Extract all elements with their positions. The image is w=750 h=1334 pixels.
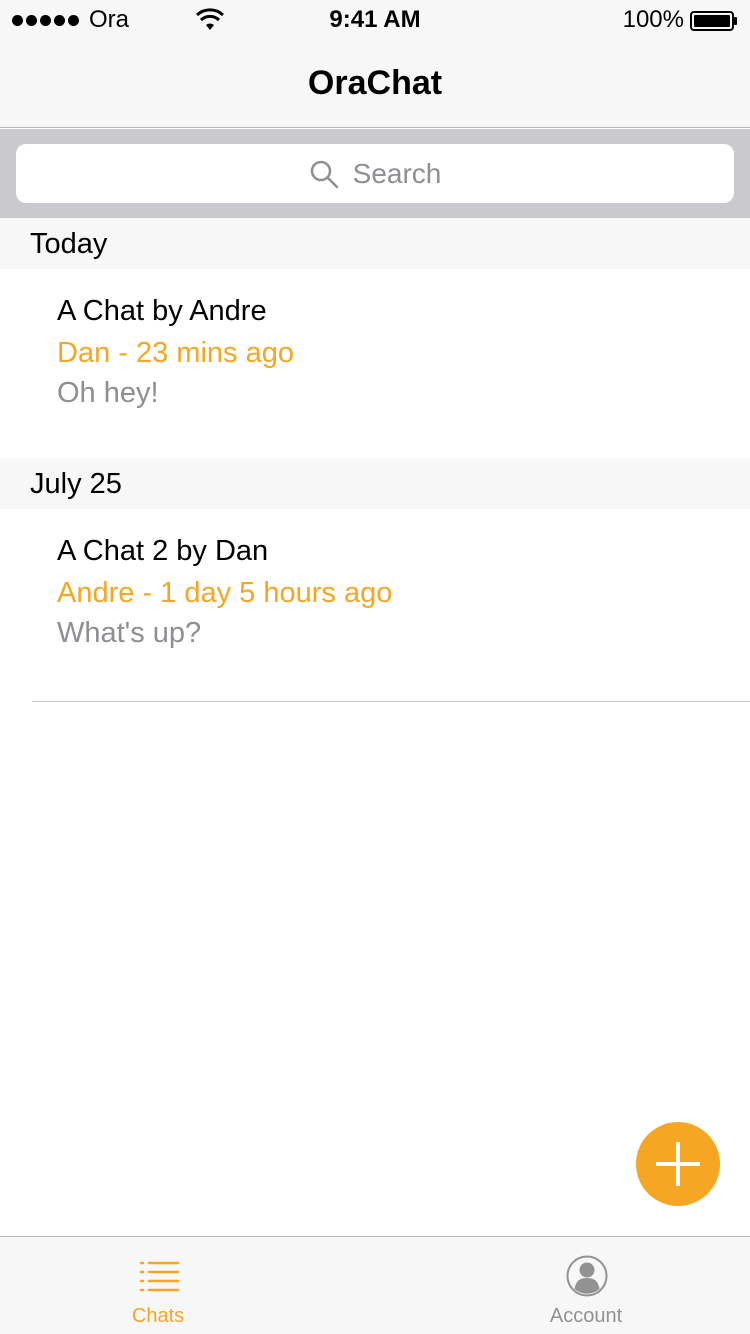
tab-account[interactable]: Account xyxy=(496,1237,676,1334)
tab-label: Account xyxy=(549,1305,623,1327)
tab-chats[interactable]: Chats xyxy=(68,1237,248,1334)
battery-icon xyxy=(690,11,737,31)
section-header-label: Today xyxy=(30,228,108,260)
search-input[interactable]: Search xyxy=(16,144,734,203)
chat-list-item[interactable]: A Chat 2 by Dan Andre - 1 day 5 hours ag… xyxy=(0,509,750,698)
chat-list-item[interactable]: A Chat by Andre Dan - 23 mins ago Oh hey… xyxy=(0,269,750,458)
new-chat-button[interactable] xyxy=(636,1122,720,1206)
section-header-july-25: July 25 xyxy=(0,458,750,509)
chat-title: A Chat 2 by Dan xyxy=(57,535,269,567)
section-header-label: July 25 xyxy=(30,468,122,500)
chat-last-message-meta: Dan - 23 mins ago xyxy=(57,337,294,369)
search-icon xyxy=(310,160,338,188)
chat-last-message-meta: Andre - 1 day 5 hours ago xyxy=(57,577,393,609)
chat-message-preview: Oh hey! xyxy=(57,377,159,409)
search-bar: Search xyxy=(0,129,750,218)
navigation-bar: OraChat xyxy=(0,40,750,128)
search-placeholder: Search xyxy=(352,157,442,189)
person-icon xyxy=(566,1255,608,1297)
list-separator xyxy=(32,701,750,702)
chat-title: A Chat by Andre xyxy=(57,295,267,327)
chat-message-preview: What's up? xyxy=(57,617,202,649)
list-icon xyxy=(139,1261,180,1292)
plus-icon xyxy=(656,1142,700,1186)
page-title: OraChat xyxy=(307,64,443,102)
battery-percent: 100% xyxy=(622,6,684,33)
section-header-today: Today xyxy=(0,218,750,269)
status-bar: Ora 9:41 AM 100% xyxy=(0,0,750,40)
tab-label: Chats xyxy=(131,1305,185,1327)
tab-bar: Chats Account xyxy=(0,1236,750,1334)
